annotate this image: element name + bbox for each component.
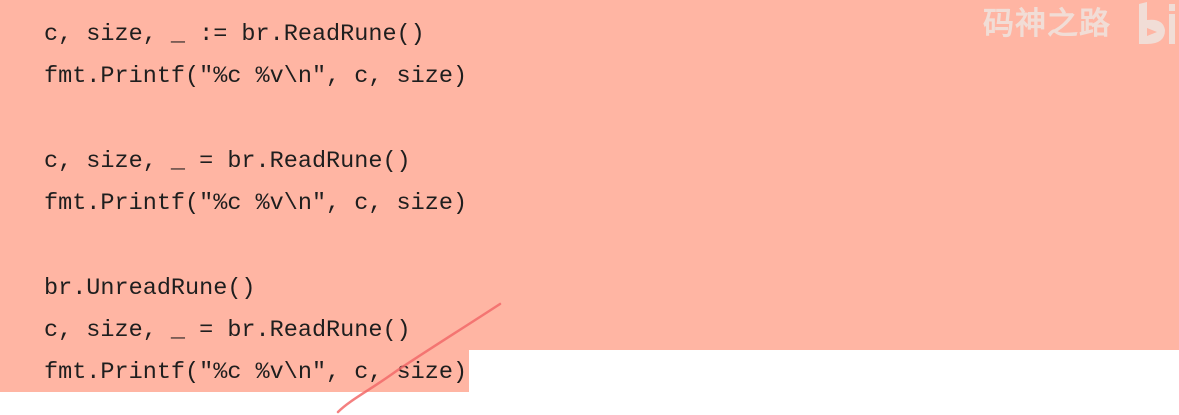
code-line: br.UnreadRune() <box>44 274 256 302</box>
code-line: c, size, _ := br.ReadRune() <box>44 21 425 48</box>
code-line: fmt.Printf("%c %v\n", c, size) <box>44 359 468 387</box>
code-line: c, size, _ = br.ReadRune() <box>44 147 411 175</box>
code-line: c, size, _ = br.ReadRune() <box>44 317 411 345</box>
code-line: fmt.Printf("%c %v\n", c, size) <box>44 63 468 91</box>
code-block: c, size, _ := br.ReadRune() fmt.Printf("%… <box>44 14 467 395</box>
code-line: fmt.Printf("%c %v\n", c, size) <box>44 190 468 218</box>
bilibili-logo-icon <box>1139 2 1175 44</box>
watermark-text: 码神之路 <box>983 6 1111 42</box>
